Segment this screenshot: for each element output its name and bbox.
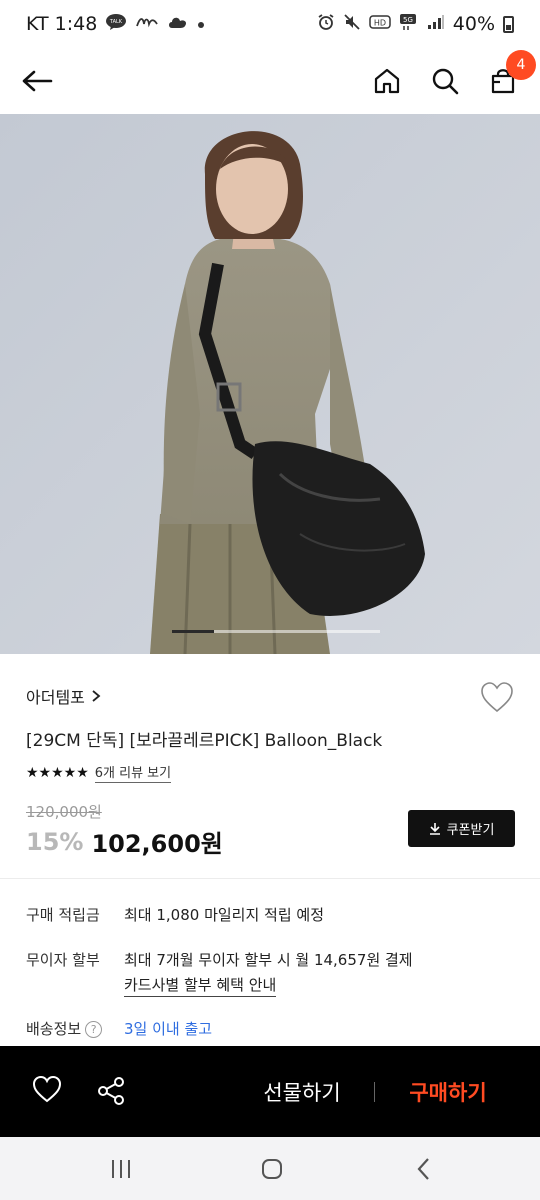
shipping-value: 3일 이내 출고 <box>124 1020 213 1038</box>
back-button[interactable] <box>20 64 54 98</box>
installment-label: 무이자 할부 <box>26 951 100 969</box>
download-icon <box>429 823 440 835</box>
share-button[interactable] <box>96 1076 126 1106</box>
mileage-value: 최대 1,080 마일리지 적립 예정 <box>124 906 325 924</box>
chevron-left-icon <box>417 1158 429 1180</box>
cart-button[interactable]: 4 <box>486 50 536 98</box>
home-icon <box>374 68 400 94</box>
price-row: 15% 102,600원 <box>26 824 223 859</box>
help-icon[interactable]: ? <box>85 1021 103 1038</box>
battery-percent: 40% <box>452 13 495 35</box>
search-button[interactable] <box>428 64 462 98</box>
installment-value: 최대 7개월 무이자 할부 시 월 14,657원 결제 <box>124 951 413 969</box>
back-nav-button[interactable] <box>410 1155 438 1183</box>
recent-apps-button[interactable] <box>107 1155 135 1183</box>
arrow-left-icon <box>22 70 53 92</box>
gift-button[interactable]: 선물하기 <box>230 1070 374 1114</box>
cloud-icon <box>167 13 189 35</box>
search-icon <box>432 68 459 95</box>
hd-icon: HD <box>369 14 391 34</box>
review-summary: ★★★★★ 6개 리뷰 보기 <box>26 762 172 783</box>
svg-text:5G: 5G <box>403 16 413 24</box>
alarm-icon <box>317 13 335 35</box>
carousel-indicator-fill <box>172 630 214 633</box>
home-nav-button[interactable] <box>258 1155 286 1183</box>
wishlist-button[interactable] <box>480 682 514 716</box>
app-header: 4 <box>0 48 540 114</box>
product-title: [29CM 단독] [보라끌레르PICK] Balloon_Black <box>26 731 383 751</box>
home-button[interactable] <box>370 64 404 98</box>
product-photo <box>0 114 540 654</box>
talk-icon: TALK <box>105 13 127 35</box>
original-price: 120,000원 <box>26 803 102 821</box>
sale-price: 102,600원 <box>91 830 223 858</box>
recent-apps-icon <box>112 1160 130 1178</box>
rating-stars: ★★★★★ <box>26 764 89 781</box>
divider <box>0 878 540 879</box>
dot-icon <box>197 15 205 33</box>
home-circle-icon <box>262 1159 282 1179</box>
mute-icon <box>343 13 361 35</box>
brand-name: 아더템포 <box>26 688 85 707</box>
cart-count-badge: 4 <box>506 50 536 80</box>
review-link[interactable]: 6개 리뷰 보기 <box>94 762 172 783</box>
svg-text:HD: HD <box>374 19 386 28</box>
shipping-label-row: 배송정보? <box>26 1018 103 1039</box>
purchase-bar: 선물하기 구매하기 <box>0 1046 540 1137</box>
mileage-label: 구매 적립금 <box>26 906 100 924</box>
share-icon <box>98 1077 124 1105</box>
brand-link[interactable]: 아더템포 <box>26 684 101 708</box>
signal-icon <box>427 14 445 34</box>
shipping-label: 배송정보 <box>26 1020 82 1038</box>
chevron-right-icon <box>92 690 101 702</box>
buy-button[interactable]: 구매하기 <box>376 1070 520 1114</box>
coupon-label: 쿠폰받기 <box>446 823 495 838</box>
product-image-carousel[interactable] <box>0 114 540 654</box>
discount-rate: 15% <box>26 827 84 856</box>
system-nav-bar <box>0 1137 540 1200</box>
app-icon <box>135 14 159 34</box>
like-button[interactable] <box>32 1075 62 1106</box>
battery-icon <box>503 15 514 33</box>
carousel-indicator <box>172 630 380 633</box>
coupon-button[interactable]: 쿠폰받기 <box>408 810 515 847</box>
carrier-time: KT 1:48 <box>26 13 98 35</box>
heart-icon <box>32 1075 62 1103</box>
svg-text:TALK: TALK <box>109 19 123 25</box>
status-bar: KT 1:48 TALK HD 5G 40% <box>0 0 540 48</box>
network-5g-icon: 5G <box>399 13 419 35</box>
bar-separator <box>374 1082 375 1102</box>
installment-benefit-link[interactable]: 카드사별 할부 혜택 안내 <box>124 974 277 997</box>
heart-icon <box>481 682 513 713</box>
